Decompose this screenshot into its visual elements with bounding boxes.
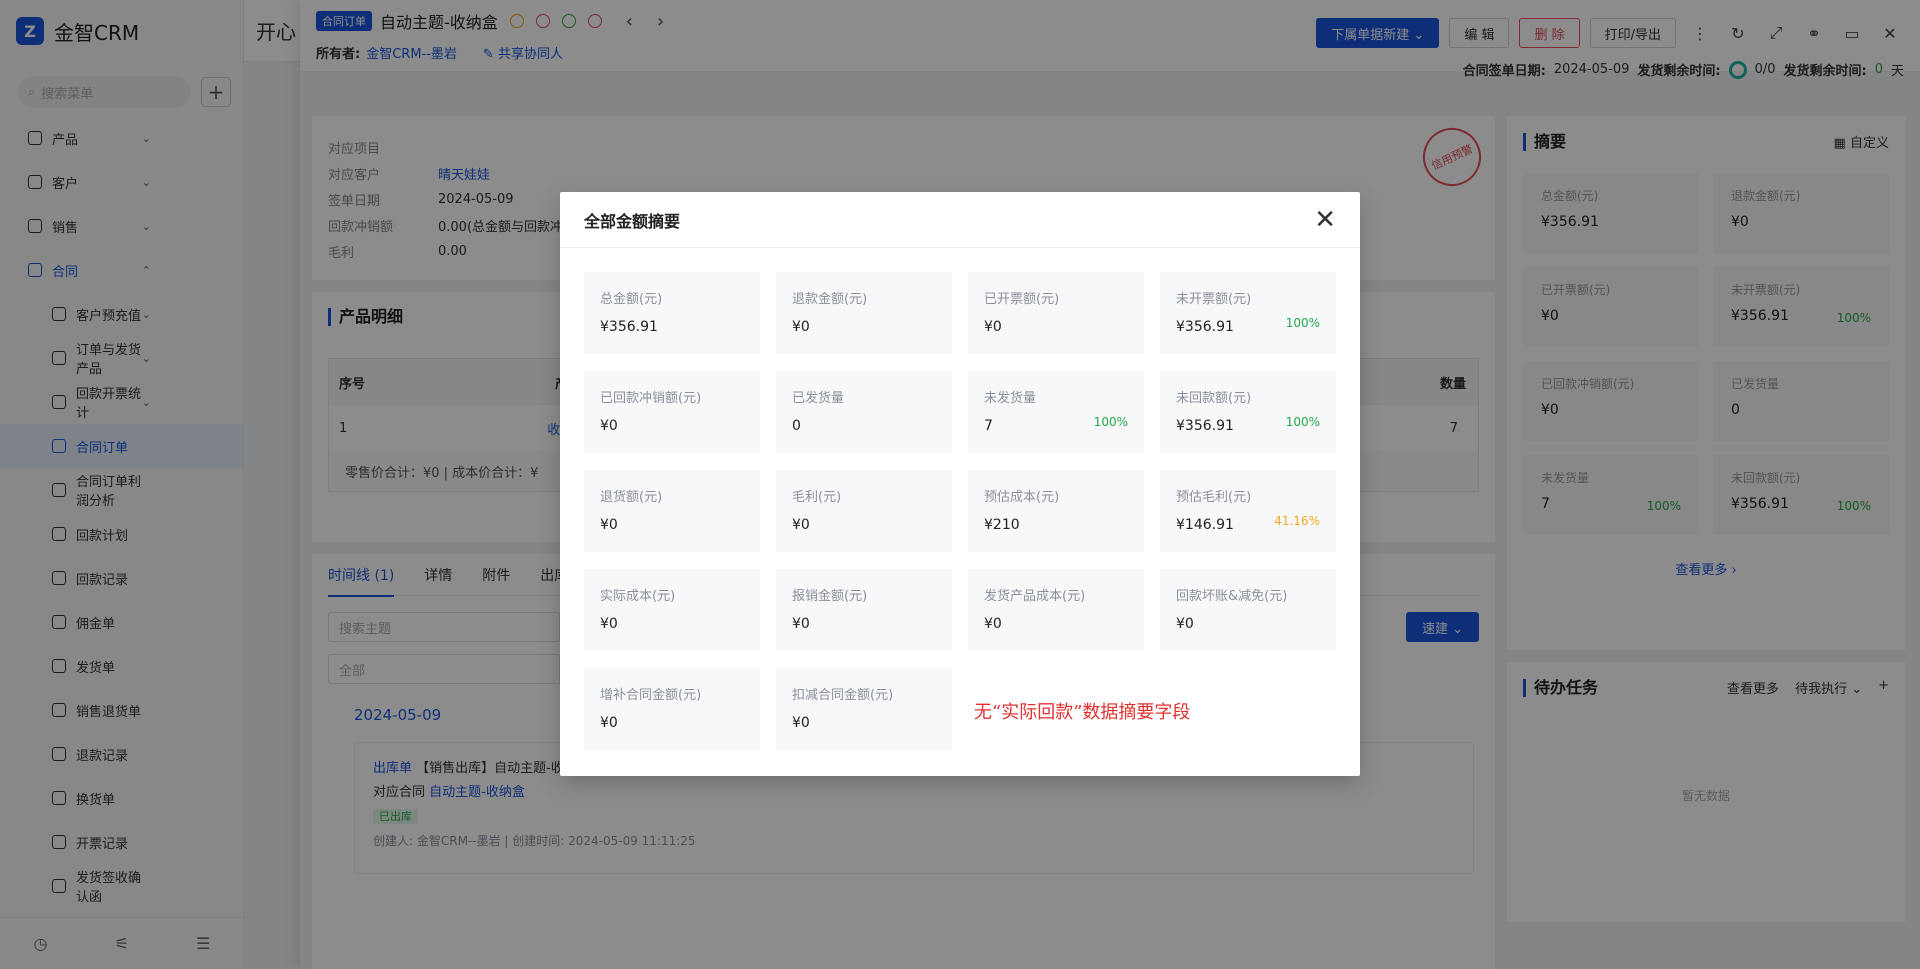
amount-cell: 实际成本(元) ¥0: [584, 569, 760, 651]
amount-cell: 预估毛利(元) ¥146.91 41.16%: [1160, 470, 1336, 552]
amount-cell: 扣减合同金额(元) ¥0: [776, 668, 952, 750]
amount-cell: 总金额(元) ¥356.91: [584, 272, 760, 354]
amount-cell: 报销金额(元) ¥0: [776, 569, 952, 651]
amount-cell: 未发货量 7 100%: [968, 371, 1144, 453]
amount-cell: 已开票额(元) ¥0: [968, 272, 1144, 354]
close-icon[interactable]: ✕: [1314, 207, 1336, 233]
modal-title: 全部金额摘要: [584, 211, 681, 231]
amount-cell: 已回款冲销额(元) ¥0: [584, 371, 760, 453]
amount-cell: 已发货量 0: [776, 371, 952, 453]
amount-cell: 未回款额(元) ¥356.91 100%: [1160, 371, 1336, 453]
amount-cell: 毛利(元) ¥0: [776, 470, 952, 552]
annotation-note: 无“实际回款”数据摘要字段: [974, 702, 1191, 723]
amount-cell: 发货产品成本(元) ¥0: [968, 569, 1144, 651]
amount-cell: 退款金额(元) ¥0: [776, 272, 952, 354]
amount-summary-modal: 全部金额摘要 ✕ 总金额(元) ¥356.91 退款金额(元) ¥0 已开票额(元) ¥0…: [560, 192, 1360, 776]
amount-cell: 退货额(元) ¥0: [584, 470, 760, 552]
amount-cell: 增补合同金额(元) ¥0: [584, 668, 760, 750]
amount-cell: 预估成本(元) ¥210: [968, 470, 1144, 552]
modal-grid: 总金额(元) ¥356.91 退款金额(元) ¥0 已开票额(元) ¥0 未开票额(元) ¥3…: [560, 248, 1360, 774]
amount-cell: 回款坏账&减免(元) ¥0: [1160, 569, 1336, 651]
amount-cell: 未开票额(元) ¥356.91 100%: [1160, 272, 1336, 354]
